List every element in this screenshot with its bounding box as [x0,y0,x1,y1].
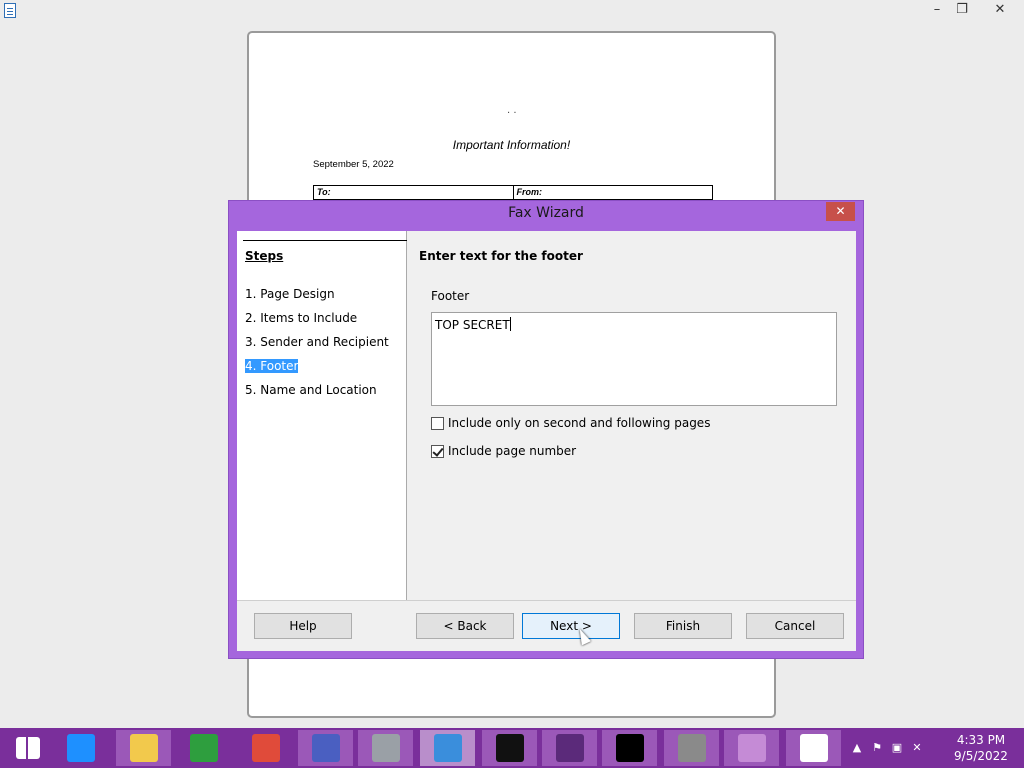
restore-button[interactable]: ❐ [945,0,979,22]
app-titlebar: – ❐ ✕ [0,0,1024,22]
next-button[interactable]: Next > [522,613,620,639]
taskbar-thunderbird-button[interactable] [420,730,475,766]
back-button[interactable]: < Back [416,613,514,639]
page-number-option[interactable]: Include page number [431,444,576,458]
to-cell: To: [317,187,331,197]
second-pages-option[interactable]: Include only on second and following pag… [431,416,710,430]
installer-icon [371,734,400,762]
taskbar-7zip-button[interactable] [482,730,537,766]
gear-icon [311,734,340,762]
database-icon [737,734,766,762]
7zip-icon [495,734,524,762]
page-number-label: Include page number [448,444,577,458]
page-number-checkbox[interactable] [431,444,444,458]
taskbar-libreoffice-base-button[interactable] [724,730,779,766]
second-pages-checkbox[interactable] [431,416,444,430]
step-name-and-location[interactable]: 5. Name and Location [245,383,377,397]
dialog-body: Steps 1. Page Design 2. Items to Include… [237,231,856,651]
taskbar-chrome-button[interactable] [238,730,293,766]
clock-date: 9/5/2022 [954,749,1008,763]
system-tray: ▲ ⚑ ▣ ✕ [850,728,930,768]
taskbar-media-player-button[interactable] [542,730,597,766]
taskbar-installer-button[interactable] [358,730,413,766]
taskbar-command-prompt-button[interactable] [602,730,657,766]
page-heading: Enter text for the footer [419,249,583,263]
cancel-button[interactable]: Cancel [746,613,844,639]
taskbar-start-button[interactable] [0,730,55,766]
internet-explorer-icon [66,734,95,762]
step-sender-and-recipient[interactable]: 3. Sender and Recipient [245,335,389,349]
action-center-flag-icon[interactable]: ⚑ [870,741,884,755]
footer-textarea[interactable]: TOP SECRET [431,312,837,406]
second-pages-label: Include only on second and following pag… [448,416,711,430]
close-window-button[interactable]: ✕ [983,0,1017,22]
taskbar-clock[interactable]: 4:33 PM 9/5/2022 [946,732,1016,764]
taskbar-settings-button[interactable] [298,730,353,766]
footer-text: TOP SECRET [435,318,510,332]
chrome-icon [251,734,280,762]
clock-time: 4:33 PM [956,733,1006,747]
windows-logo-icon [15,737,40,759]
store-icon [189,734,218,762]
taskbar-firewall-button[interactable] [664,730,719,766]
help-button[interactable]: Help [254,613,352,639]
media-player-icon [555,734,584,762]
text-caret [509,317,511,331]
document-header-table: To: From: [313,185,713,200]
document-date: September 5, 2022 [313,159,394,170]
footer-label: Footer [431,289,470,303]
button-bar-divider [237,600,856,601]
volume-muted-icon[interactable]: ✕ [910,741,924,755]
dialog-title: Fax Wizard [508,205,584,221]
terminal-icon [615,734,644,762]
steps-panel: Steps 1. Page Design 2. Items to Include… [237,231,407,600]
finish-button[interactable]: Finish [634,613,732,639]
steps-title: Steps [245,249,284,263]
show-hidden-icons-icon[interactable]: ▲ [850,741,864,755]
step-page-design[interactable]: 1. Page Design [245,287,335,301]
document-dots: . . [507,105,517,116]
thunderbird-icon [433,734,462,762]
from-cell: From: [512,186,713,199]
dialog-close-button[interactable]: ✕ [826,202,855,221]
document-title: Important Information! [452,138,571,152]
taskbar-internet-explorer-button[interactable] [53,730,108,766]
network-icon[interactable]: ▣ [890,741,904,755]
step-items-to-include[interactable]: 2. Items to Include [245,311,357,325]
folder-icon [129,734,158,762]
firewall-icon [677,734,706,762]
document-icon [799,734,828,762]
taskbar-store-button[interactable] [176,730,231,766]
steps-divider [243,240,407,241]
taskbar: ▲ ⚑ ▣ ✕ 4:33 PM 9/5/2022 [0,728,1024,768]
step-footer[interactable]: 4. Footer [245,359,299,373]
taskbar-libreoffice-writer-button[interactable] [786,730,841,766]
taskbar-file-explorer-button[interactable] [116,730,171,766]
document-icon [4,3,16,18]
fax-wizard-dialog: Fax Wizard ✕ Steps 1. Page Design 2. Ite… [228,200,864,659]
